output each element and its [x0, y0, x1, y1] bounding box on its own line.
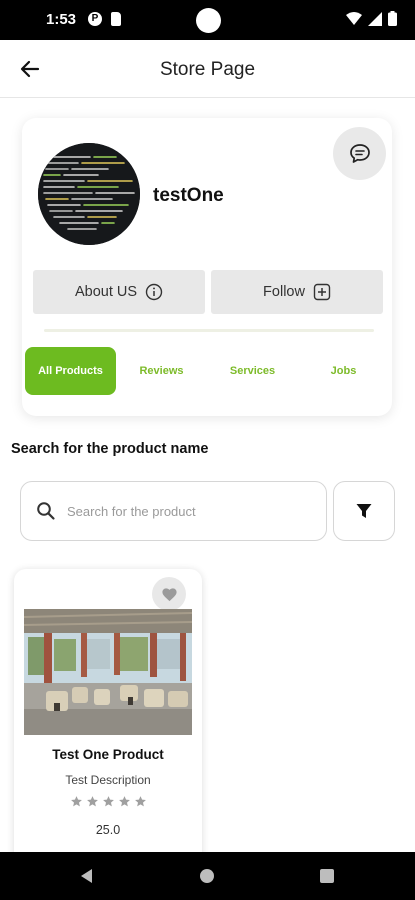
system-nav-bar: [0, 852, 415, 900]
star-icon: [70, 796, 82, 807]
follow-label: Follow: [263, 284, 305, 300]
divider: [44, 329, 374, 332]
product-card[interactable]: Test One Product Test Description 25.0: [14, 569, 202, 869]
sd-card-icon: [111, 12, 121, 26]
chat-bubble-icon: [349, 143, 370, 163]
about-us-button[interactable]: About US: [33, 270, 205, 314]
tab-services[interactable]: Services: [207, 365, 298, 377]
follow-button[interactable]: Follow: [211, 270, 383, 314]
heart-icon: [161, 588, 177, 602]
notification-icon: P: [88, 12, 102, 26]
star-icon: [102, 796, 114, 807]
product-image: [24, 609, 192, 735]
nav-recents-icon[interactable]: [320, 869, 334, 883]
tab-all-products[interactable]: All Products: [25, 347, 116, 395]
camera-cutout: [196, 8, 221, 33]
search-box: [20, 481, 327, 541]
store-avatar: [38, 143, 140, 245]
battery-icon: [388, 11, 397, 26]
product-name: Test One Product: [52, 747, 164, 762]
add-box-icon: [313, 283, 331, 301]
product-rating: [14, 795, 202, 808]
info-icon: [145, 283, 163, 301]
product-price: 25.0: [95, 823, 121, 837]
page-title: Store Page: [159, 59, 256, 80]
star-icon: [134, 796, 146, 807]
about-us-label: About US: [74, 284, 138, 300]
status-icons: [346, 11, 397, 26]
store-actions: About US Follow: [33, 270, 383, 314]
chat-button[interactable]: [333, 127, 386, 180]
product-description: Test Description: [65, 773, 151, 787]
nav-home-icon[interactable]: [200, 869, 214, 883]
tab-jobs[interactable]: Jobs: [298, 365, 389, 377]
signal-icon: [368, 11, 382, 26]
store-tabs: All Products Reviews Services Jobs: [25, 347, 389, 395]
search-section-label: Search for the product name: [11, 441, 209, 457]
app-bar: Store Page: [0, 40, 415, 98]
code-screenshot-image: [38, 143, 140, 245]
status-bar: 1:53 P: [0, 0, 415, 40]
store-card: testOne About US Follow All Products Rev…: [22, 118, 392, 416]
star-icon: [118, 796, 130, 807]
nav-back-icon[interactable]: [79, 868, 95, 884]
search-input[interactable]: [67, 500, 312, 522]
status-time: 1:53: [46, 11, 77, 28]
filter-funnel-icon: [356, 504, 372, 518]
tab-reviews[interactable]: Reviews: [116, 365, 207, 377]
store-name: testOne: [153, 185, 224, 206]
interior-photo-image: [24, 609, 192, 735]
favorite-button[interactable]: [152, 577, 186, 611]
search-icon: [37, 502, 55, 520]
filter-button[interactable]: [333, 481, 395, 541]
star-icon: [86, 796, 98, 807]
wifi-icon: [346, 11, 362, 25]
